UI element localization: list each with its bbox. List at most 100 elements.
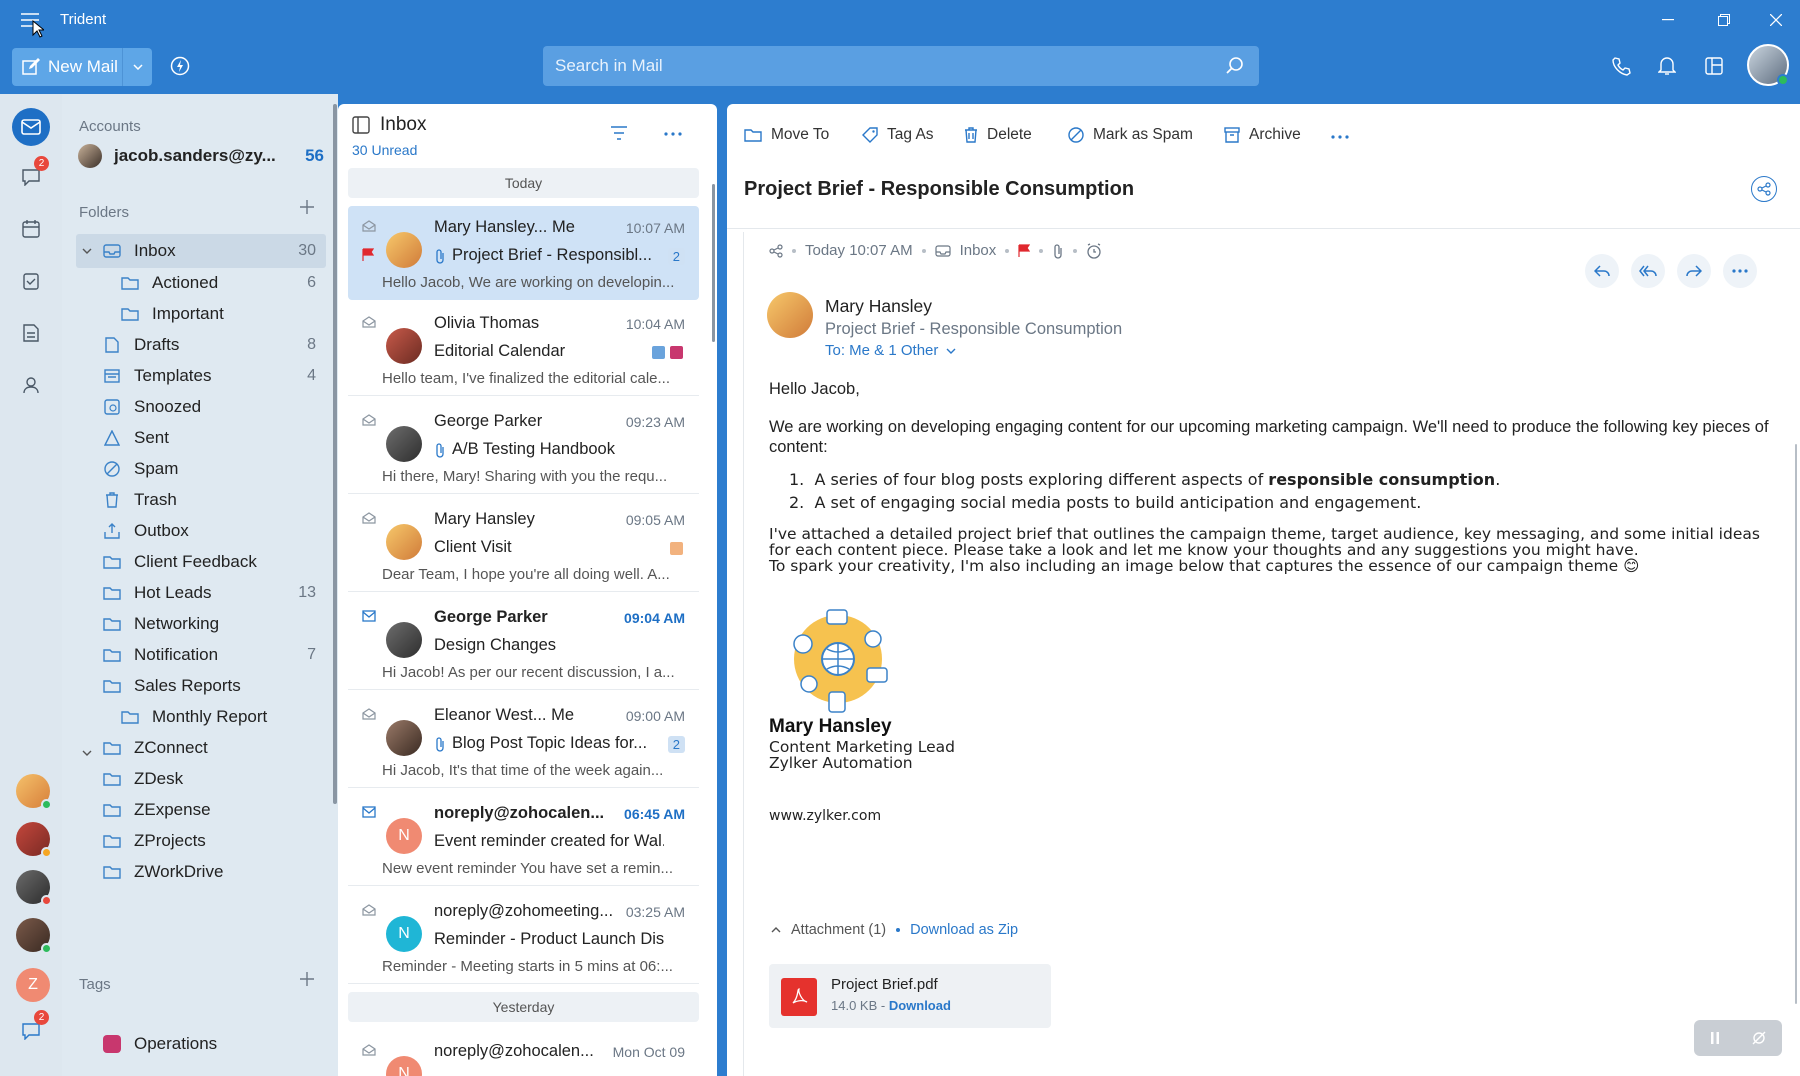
envelope-open-icon[interactable]	[362, 1044, 376, 1056]
recipients-toggle[interactable]: To: Me & 1 Other	[825, 342, 956, 359]
mail-item-blog-post-ideas[interactable]: Eleanor West... Me 09:00 AM Blog Post To…	[348, 694, 699, 788]
envelope-open-icon[interactable]	[362, 904, 376, 916]
folder-zconnect[interactable]: ZConnect	[102, 731, 316, 765]
mail-item-calendar-noreply[interactable]: N noreply@zohocalen... Mon Oct 09	[348, 1030, 699, 1076]
phone-icon[interactable]	[1609, 54, 1633, 78]
delete-button[interactable]: Delete	[964, 126, 1032, 144]
reply-button[interactable]	[1585, 254, 1619, 288]
archive-button[interactable]: Archive	[1224, 126, 1301, 144]
reminder-clock-icon[interactable]	[1086, 242, 1102, 259]
restore-button[interactable]	[1704, 6, 1744, 34]
folder-inbox[interactable]: Inbox 30	[102, 234, 316, 268]
minimize-button[interactable]	[1648, 6, 1688, 34]
folder-snoozed[interactable]: Snoozed	[102, 390, 316, 424]
notes-app-icon[interactable]	[12, 314, 50, 352]
user-avatar[interactable]	[1747, 44, 1789, 86]
attachment-icon[interactable]	[1052, 243, 1064, 259]
mail-item-design-changes[interactable]: George Parker 09:04 AM Design Changes Hi…	[348, 596, 699, 690]
folder-drafts[interactable]: Drafts 8	[102, 328, 316, 362]
chat-app-icon[interactable]: 2	[12, 156, 50, 196]
folder-outbox[interactable]: Outbox	[102, 514, 316, 548]
unread-count[interactable]: 30 Unread	[352, 142, 417, 158]
envelope-open-icon[interactable]	[362, 414, 376, 426]
flag-icon[interactable]	[362, 248, 374, 262]
campaign-image[interactable]	[783, 604, 893, 714]
folder-zworkdrive[interactable]: ZWorkDrive	[102, 855, 316, 889]
folder-notification[interactable]: Notification 7	[102, 638, 316, 672]
sender-name[interactable]: Mary Hansley	[825, 296, 932, 317]
attachment-count[interactable]: Attachment (1)	[791, 922, 886, 938]
new-mail-button[interactable]: New Mail	[12, 48, 152, 86]
folder-monthly-report[interactable]: Monthly Report	[120, 700, 316, 734]
messages-app-icon[interactable]: 2	[12, 1010, 50, 1050]
flag-icon[interactable]	[1018, 243, 1031, 258]
layout-icon[interactable]	[1702, 54, 1726, 78]
more-actions-icon[interactable]	[1331, 135, 1349, 139]
calendar-app-icon[interactable]	[12, 210, 50, 248]
folder-scrollbar[interactable]	[333, 104, 337, 804]
contact-avatar[interactable]	[16, 822, 52, 858]
more-options-icon[interactable]	[664, 132, 682, 136]
folder-sales-reports[interactable]: Sales Reports	[102, 669, 316, 703]
mail-item-ab-testing[interactable]: George Parker 09:23 AM A/B Testing Handb…	[348, 400, 699, 494]
contacts-app-icon[interactable]	[12, 366, 50, 404]
envelope-open-icon[interactable]	[362, 512, 376, 524]
mail-item-meeting-reminder[interactable]: N noreply@zohomeeting... 03:25 AM Remind…	[348, 890, 699, 984]
add-tag-icon[interactable]	[300, 972, 314, 986]
filter-icon[interactable]	[610, 126, 628, 140]
share-thread-icon[interactable]	[1751, 176, 1777, 202]
pause-icon[interactable]	[1710, 1032, 1720, 1044]
folder-spam[interactable]: Spam	[102, 452, 316, 486]
contact-avatar[interactable]	[16, 774, 52, 810]
more-message-actions[interactable]	[1723, 254, 1757, 288]
search-input[interactable]: Search in Mail	[543, 46, 1259, 86]
contact-avatar[interactable]	[16, 870, 52, 906]
list-scrollbar[interactable]	[712, 184, 715, 342]
envelope-unread-icon[interactable]	[362, 806, 376, 818]
move-to-button[interactable]: Move To	[744, 126, 829, 144]
bell-icon[interactable]	[1655, 54, 1679, 78]
envelope-open-icon[interactable]	[362, 220, 376, 232]
folder-hot-leads[interactable]: Hot Leads 13	[102, 576, 316, 610]
reading-scrollbar[interactable]	[1795, 444, 1797, 1004]
envelope-open-icon[interactable]	[362, 316, 376, 328]
mail-item-event-reminder[interactable]: N noreply@zohocalen... 06:45 AM Event re…	[348, 792, 699, 886]
download-zip-link[interactable]: Download as Zip	[910, 922, 1018, 938]
folder-sent[interactable]: Sent	[102, 421, 316, 455]
tag-as-button[interactable]: Tag As	[862, 126, 934, 144]
mail-item-client-visit[interactable]: Mary Hansley 09:05 AM Client Visit Dear …	[348, 498, 699, 592]
contact-avatar[interactable]: Z	[16, 968, 50, 1002]
camera-off-icon[interactable]	[1751, 1031, 1767, 1045]
account-row[interactable]: jacob.sanders@zy... 56	[78, 138, 334, 174]
envelope-unread-icon[interactable]	[362, 610, 376, 622]
folder-zdesk[interactable]: ZDesk	[102, 762, 316, 796]
mail-item-editorial-calendar[interactable]: Olivia Thomas 10:04 AM Editorial Calenda…	[348, 302, 699, 396]
mark-as-spam-button[interactable]: Mark as Spam	[1068, 126, 1193, 144]
mail-item-project-brief[interactable]: Mary Hansley... Me 10:07 AM Project Brie…	[348, 206, 699, 300]
mail-app-icon[interactable]	[12, 108, 50, 146]
chevron-up-icon[interactable]	[771, 927, 781, 933]
folder-trash[interactable]: Trash	[102, 483, 316, 517]
toggle-sidebar-icon[interactable]	[352, 116, 370, 134]
new-mail-dropdown[interactable]	[122, 48, 152, 86]
share-icon[interactable]	[769, 243, 783, 258]
folder-client-feedback[interactable]: Client Feedback	[102, 545, 316, 579]
tasks-app-icon[interactable]	[12, 262, 50, 300]
forward-button[interactable]	[1677, 254, 1711, 288]
search-icon[interactable]	[1225, 56, 1245, 76]
folder-zexpense[interactable]: ZExpense	[102, 793, 316, 827]
folder-zprojects[interactable]: ZProjects	[102, 824, 316, 858]
envelope-open-icon[interactable]	[362, 708, 376, 720]
folder-networking[interactable]: Networking	[102, 607, 316, 641]
folder-templates[interactable]: Templates 4	[102, 359, 316, 393]
folder-actioned[interactable]: Actioned 6	[120, 266, 316, 300]
attachment-card[interactable]: Project Brief.pdf 14.0 KB - Download	[769, 964, 1051, 1028]
add-folder-icon[interactable]	[300, 200, 314, 214]
tag-operations[interactable]: Operations	[102, 1027, 316, 1061]
chevron-down-icon[interactable]	[82, 750, 92, 756]
quick-actions-icon[interactable]	[170, 56, 190, 76]
signature-website[interactable]: www.zylker.com	[769, 808, 881, 824]
reply-all-button[interactable]	[1631, 254, 1665, 288]
chevron-down-icon[interactable]	[82, 248, 92, 254]
message-folder[interactable]: Inbox	[960, 242, 997, 259]
